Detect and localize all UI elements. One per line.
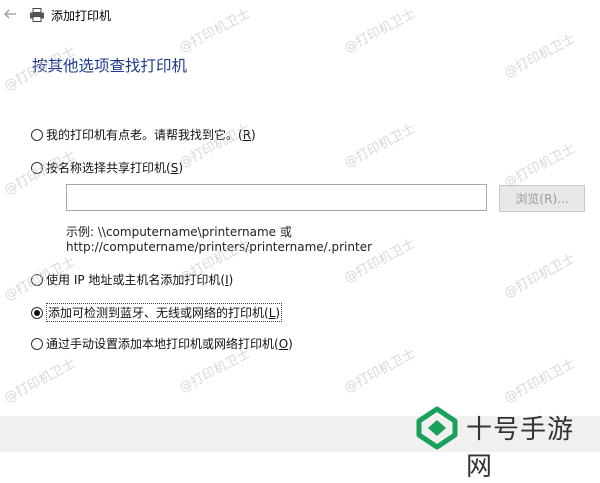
radio-button[interactable] <box>31 128 43 141</box>
brand-text: 十号手游网 <box>466 415 575 482</box>
brand-logo-icon <box>416 406 458 450</box>
back-arrow-icon[interactable] <box>2 6 18 22</box>
printer-icon <box>30 8 44 22</box>
title-bar: 添加打印机 <box>0 0 600 30</box>
option-label: 添加可检测到蓝牙、无线或网络的打印机(L) <box>46 303 283 322</box>
watermark: @打印机卫士 <box>501 251 578 302</box>
window-title: 添加打印机 <box>51 9 112 23</box>
watermark: @打印机卫士 <box>501 141 578 192</box>
radio-button-selected[interactable] <box>31 306 43 319</box>
option-bluetooth-wireless-network[interactable]: 添加可检测到蓝牙、无线或网络的打印机(L) <box>31 303 283 322</box>
watermark: @打印机卫士 <box>1 356 78 407</box>
example-line-1: 示例: \\computername\printername 或 <box>66 225 292 239</box>
watermark: @打印机卫士 <box>341 346 418 397</box>
shared-printer-name-input[interactable] <box>66 184 487 211</box>
watermark: @打印机卫士 <box>501 356 578 407</box>
watermark: @打印机卫士 <box>341 121 418 172</box>
radio-button[interactable] <box>31 337 43 350</box>
option-manual-local-network[interactable]: 通过手动设置添加本地打印机或网络打印机(O) <box>31 335 293 352</box>
watermark: @打印机卫士 <box>501 31 578 82</box>
option-label: 通过手动设置添加本地打印机或网络打印机(O) <box>46 337 293 351</box>
